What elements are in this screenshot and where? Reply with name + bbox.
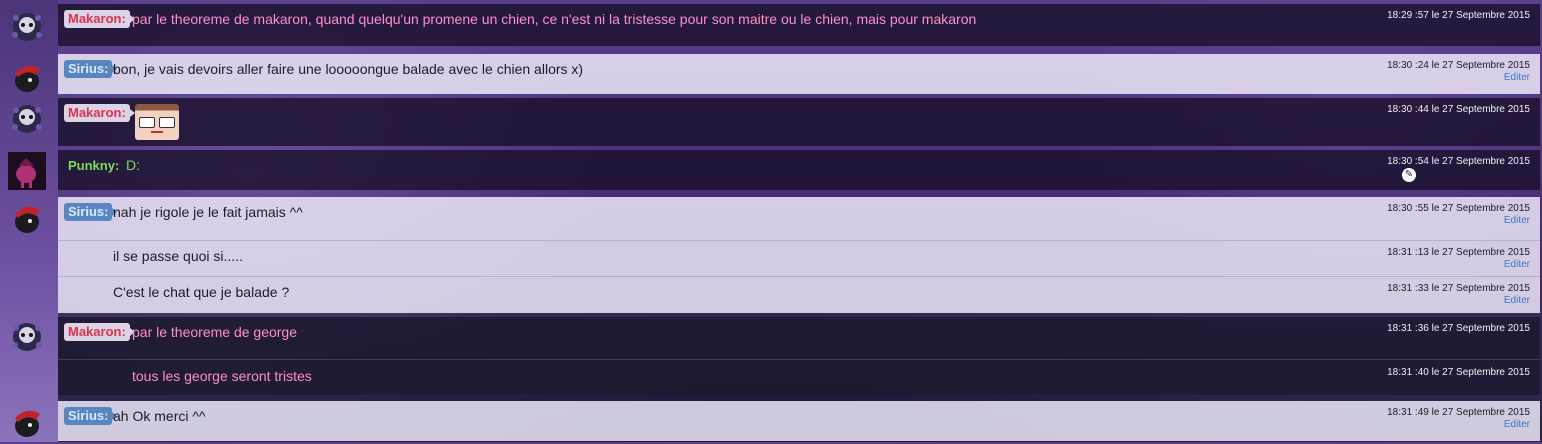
avatar-sirius[interactable] xyxy=(8,198,46,236)
separator xyxy=(58,276,1540,277)
message-text: tous les george seront tristes xyxy=(132,368,312,384)
message-text: par le theoreme de makaron, quand quelqu… xyxy=(132,11,977,27)
nick-punkny[interactable]: Punkny: xyxy=(64,157,123,175)
timestamp: 18:30 :55 le 27 Septembre 2015 xyxy=(1387,203,1530,214)
timestamp: 18:29 :57 le 27 Septembre 2015 xyxy=(1387,10,1530,21)
edit-link[interactable]: Editer xyxy=(1504,72,1530,84)
edit-link[interactable]: Editer xyxy=(1504,259,1530,271)
timestamp: 18:31 :49 le 27 Septembre 2015 xyxy=(1387,407,1530,418)
avatar-makaron[interactable] xyxy=(8,318,46,356)
avatar-makaron[interactable] xyxy=(8,8,46,46)
nick-makaron[interactable]: Makaron: xyxy=(64,323,135,341)
message-text: par le theoreme de george xyxy=(132,324,297,340)
nick-sirius[interactable]: Sirius: xyxy=(64,407,118,425)
timestamp: 18:31 :40 le 27 Septembre 2015 xyxy=(1387,367,1530,378)
separator xyxy=(58,359,1540,360)
timestamp: 18:30 :54 le 27 Septembre 2015 xyxy=(1387,156,1530,167)
separator xyxy=(58,240,1540,241)
timestamp: 18:31 :13 le 27 Septembre 2015 xyxy=(1387,247,1530,258)
edit-link[interactable]: Editer xyxy=(1504,419,1530,431)
avatar-punkny[interactable] xyxy=(8,152,46,190)
nick-makaron[interactable]: Makaron: xyxy=(64,104,135,122)
message-sirius-3: Sirius: ah Ok merci ^^ 18:31 :49 le 27 S… xyxy=(58,401,1540,441)
message-makaron-2: Makaron: 18:30 :44 le 27 Septembre 2015 xyxy=(58,98,1540,146)
timestamp: 18:30 :44 le 27 Septembre 2015 xyxy=(1387,104,1530,115)
face-emoji-icon xyxy=(135,104,179,140)
timestamp: 18:30 :24 le 27 Septembre 2015 xyxy=(1387,60,1530,71)
message-text: ah Ok merci ^^ xyxy=(113,408,206,424)
message-text: D: xyxy=(126,157,140,173)
message-sirius-1: Sirius: bon, je vais devoirs aller faire… xyxy=(58,54,1540,94)
pencil-icon[interactable]: ✎ xyxy=(1402,168,1416,182)
message-text: C'est le chat que je balade ? xyxy=(113,284,290,300)
nick-sirius[interactable]: Sirius: xyxy=(64,203,118,221)
message-makaron-3: Makaron: par le theoreme de george 18:31… xyxy=(58,317,1540,395)
timestamp: 18:31 :36 le 27 Septembre 2015 xyxy=(1387,323,1530,334)
nick-sirius[interactable]: Sirius: xyxy=(64,60,118,78)
message-sirius-2: Sirius: nah je rigole je le fait jamais … xyxy=(58,197,1540,313)
edit-link[interactable]: Editer xyxy=(1504,215,1530,227)
avatar-sirius[interactable] xyxy=(8,57,46,95)
edit-link[interactable]: Editer xyxy=(1504,295,1530,307)
message-text: bon, je vais devoirs aller faire une loo… xyxy=(113,61,584,77)
nick-makaron[interactable]: Makaron: xyxy=(64,10,135,28)
message-text: nah je rigole je le fait jamais ^^ xyxy=(113,204,303,220)
message-text: il se passe quoi si..... xyxy=(113,248,243,264)
message-punkny: Punkny: D: 18:30 :54 le 27 Septembre 201… xyxy=(58,150,1540,190)
timestamp: 18:31 :33 le 27 Septembre 2015 xyxy=(1387,283,1530,294)
avatar-makaron[interactable] xyxy=(8,100,46,138)
message-makaron-1: Makaron: par le theoreme de makaron, qua… xyxy=(58,4,1540,46)
avatar-sirius[interactable] xyxy=(8,402,46,440)
